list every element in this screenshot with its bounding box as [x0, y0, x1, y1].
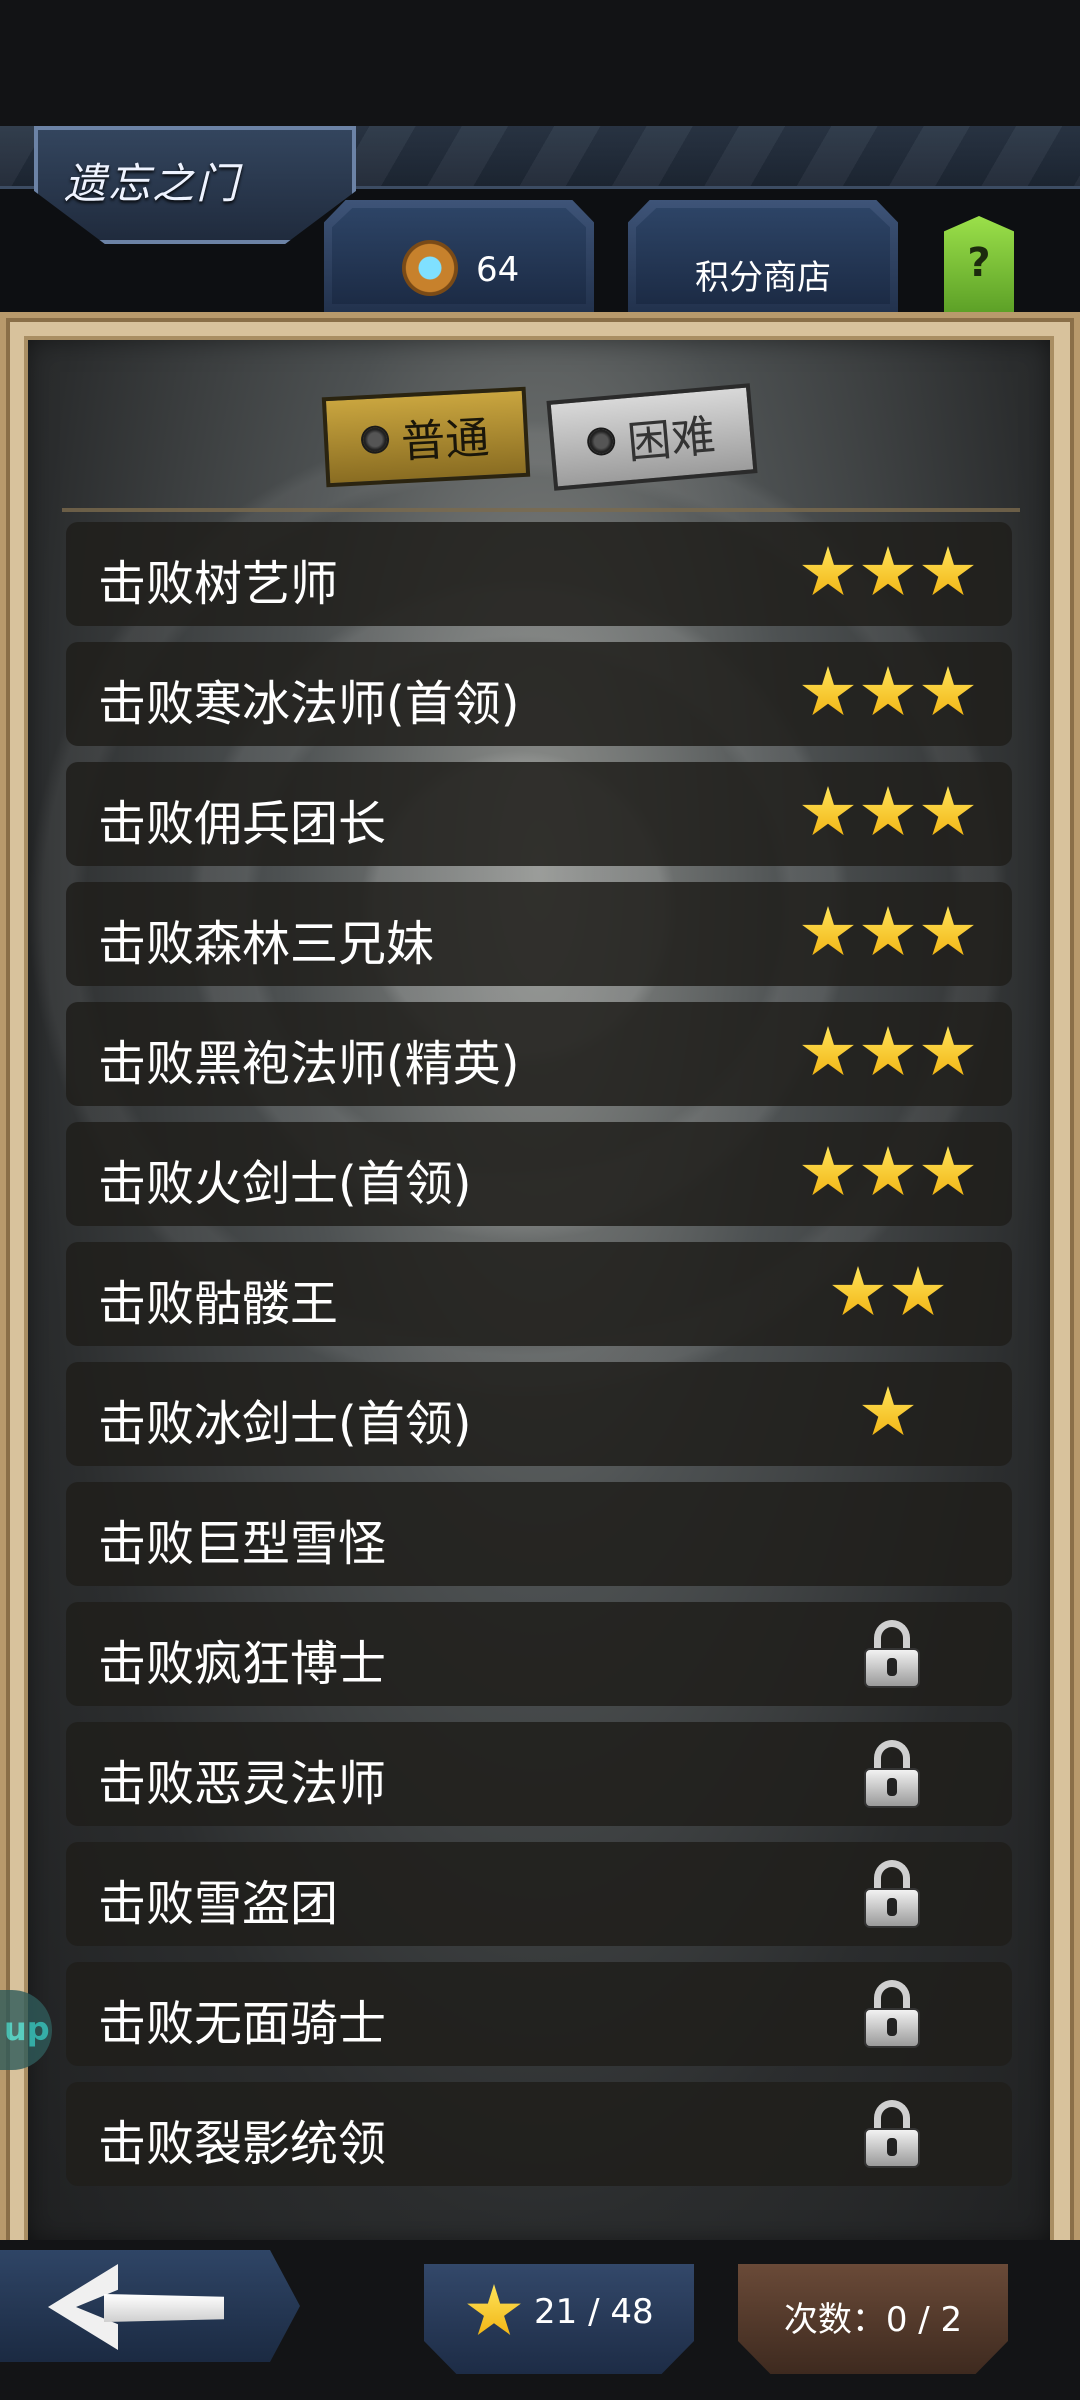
stage-label: 击败冰剑士(首领) [98, 1396, 472, 1452]
star-icon [922, 1146, 974, 1196]
stage-row[interactable]: 击败佣兵团长 [66, 762, 1012, 866]
star-count-value: 21 / 48 [534, 2292, 654, 2332]
rivet-icon [362, 427, 388, 453]
star-icon [922, 546, 974, 596]
question-icon: ? [967, 240, 991, 286]
mode-normal-label: 普通 [399, 412, 491, 469]
mode-hard-label: 困难 [625, 410, 718, 470]
medal-icon [402, 240, 458, 296]
stage-label: 击败佣兵团长 [98, 796, 387, 852]
stage-label: 击败巨型雪怪 [98, 1516, 387, 1572]
stage-list[interactable]: 击败树艺师击败寒冰法师(首领) 击败佣兵团长 击败森林三兄妹击败黑袍法师(精英) 击败… [66, 522, 1012, 2222]
points-shop-button[interactable]: 积分商店 [628, 200, 898, 312]
star-icon [922, 666, 974, 716]
lock-icon [864, 1860, 920, 1928]
status-bar-area [0, 0, 1080, 126]
star-count-display: 21 / 48 [424, 2264, 694, 2374]
star-icon [802, 1026, 854, 1076]
stage-label: 击败黑袍法师(精英) [98, 1036, 520, 1092]
stage-label: 击败骷髅王 [98, 1276, 339, 1332]
stage-row[interactable]: 击败骷髅王 [66, 1242, 1012, 1346]
stage-row[interactable]: 击败森林三兄妹 [66, 882, 1012, 986]
star-icon [892, 1266, 944, 1316]
stage-label: 击败树艺师 [98, 556, 339, 612]
stage-label: 击败雪盗团 [98, 1876, 339, 1932]
star-icon [922, 906, 974, 956]
stage-row[interactable]: 击败冰剑士(首领) [66, 1362, 1012, 1466]
page-title: 遗忘之门 [64, 159, 241, 208]
points-shop-label: 积分商店 [695, 258, 831, 298]
lock-icon [864, 2100, 920, 2168]
lock-icon [864, 1620, 920, 1688]
star-icon [862, 1026, 914, 1076]
stage-stars [798, 906, 978, 966]
star-icon [832, 1266, 884, 1316]
back-arrow-icon[interactable] [48, 2264, 228, 2350]
star-icon [862, 786, 914, 836]
help-button[interactable]: ? [944, 216, 1014, 312]
side-tab-label: up [4, 2010, 50, 2048]
stage-label: 击败寒冰法师(首领) [98, 676, 520, 732]
mode-hard-button[interactable]: 困难 [546, 383, 758, 491]
stage-row[interactable]: 击败黑袍法师(精英) [66, 1002, 1012, 1106]
star-icon [862, 906, 914, 956]
stage-label: 击败疯狂博士 [98, 1636, 387, 1692]
stage-stars [798, 1386, 978, 1446]
star-icon [862, 666, 914, 716]
stage-label: 击败森林三兄妹 [98, 916, 435, 972]
stage-row[interactable]: 击败恶灵法师 [66, 1722, 1012, 1826]
star-icon [862, 546, 914, 596]
stage-label: 击败裂影统领 [98, 2116, 387, 2172]
star-icon [862, 1386, 914, 1436]
mode-normal-button[interactable]: 普通 [321, 386, 531, 488]
stage-row[interactable]: 击败无面骑士 [66, 1962, 1012, 2066]
points-display: 64 [324, 200, 594, 312]
star-icon [802, 786, 854, 836]
tries-value: 次数：0 / 2 [783, 2300, 963, 2340]
star-icon [802, 666, 854, 716]
stage-row[interactable]: 击败火剑士(首领) [66, 1122, 1012, 1226]
lock-icon [864, 1740, 920, 1808]
stage-label: 击败火剑士(首领) [98, 1156, 472, 1212]
stage-row[interactable]: 击败树艺师 [66, 522, 1012, 626]
rivet-icon [588, 428, 615, 455]
star-icon [862, 1146, 914, 1196]
stage-stars [798, 786, 978, 846]
stage-stars [798, 666, 978, 726]
stage-row[interactable]: 击败巨型雪怪 [66, 1482, 1012, 1586]
stage-stars [798, 546, 978, 606]
tries-display: 次数：0 / 2 [738, 2264, 1008, 2374]
points-value: 64 [476, 250, 520, 290]
stage-stars [798, 1146, 978, 1206]
star-icon [802, 546, 854, 596]
star-icon [802, 906, 854, 956]
divider [62, 508, 1020, 512]
stage-row[interactable]: 击败寒冰法师(首领) [66, 642, 1012, 746]
star-icon [802, 1146, 854, 1196]
stage-label: 击败恶灵法师 [98, 1756, 387, 1812]
stage-row[interactable]: 击败疯狂博士 [66, 1602, 1012, 1706]
star-icon [467, 2284, 521, 2335]
stage-stars [798, 1026, 978, 1086]
star-icon [922, 1026, 974, 1076]
stage-label: 击败无面骑士 [98, 1996, 387, 2052]
stage-stars [798, 1266, 978, 1326]
star-icon [922, 786, 974, 836]
lock-icon [864, 1980, 920, 2048]
stage-row[interactable]: 击败裂影统领 [66, 2082, 1012, 2186]
stage-row[interactable]: 击败雪盗团 [66, 1842, 1012, 1946]
